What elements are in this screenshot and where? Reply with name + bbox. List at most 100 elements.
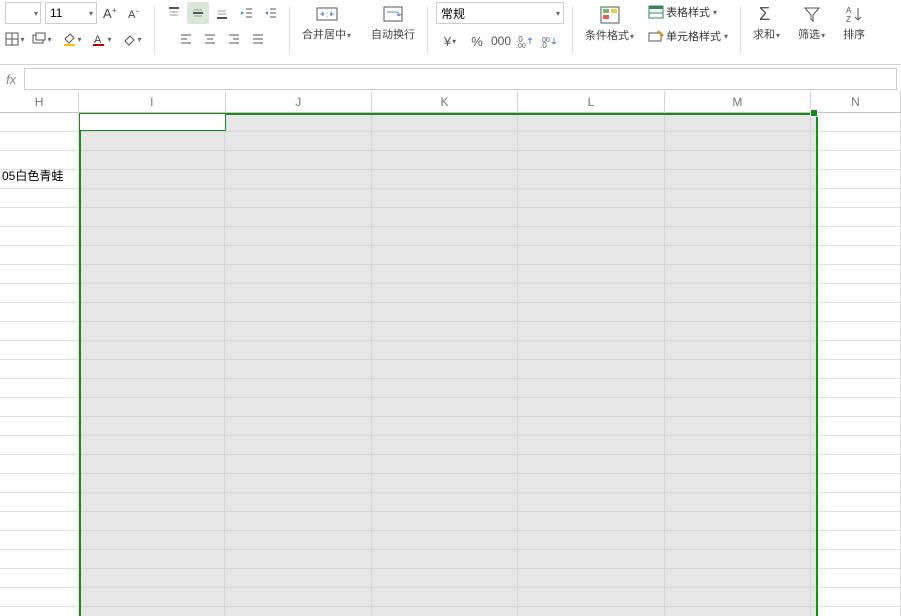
grid-cell[interactable] [79, 569, 226, 587]
grid-cell[interactable] [0, 550, 79, 568]
table-style-button[interactable]: 表格样式▾ [644, 2, 732, 22]
grid-row[interactable] [0, 208, 901, 227]
grid-cell[interactable] [372, 531, 519, 549]
sum-button[interactable]: Σ 求和▾ [749, 2, 784, 44]
grid-cell[interactable] [79, 436, 226, 454]
grid-cell[interactable] [79, 341, 226, 359]
grid-cell[interactable] [0, 588, 79, 606]
grid-cell[interactable] [518, 436, 665, 454]
col-header-k[interactable]: K [372, 91, 518, 113]
grid-cell[interactable] [79, 379, 226, 397]
conditional-format-button[interactable]: 条件格式▾ [581, 3, 638, 45]
grid-cell[interactable] [79, 208, 226, 226]
align-top-button[interactable] [163, 2, 185, 24]
align-justify-button[interactable] [247, 28, 269, 50]
grid-cell[interactable] [79, 322, 226, 340]
grid-cell[interactable] [372, 322, 519, 340]
grid-cell[interactable] [225, 132, 372, 150]
grid-cell[interactable] [811, 246, 901, 264]
grid-cell[interactable] [79, 550, 226, 568]
currency-button[interactable]: ¥▾ [436, 30, 464, 52]
decrease-decimal-button[interactable]: .00.0 [538, 30, 560, 52]
decrease-font-button[interactable]: A- [123, 2, 145, 24]
grid-cell[interactable] [811, 436, 901, 454]
grid-cell[interactable] [811, 550, 901, 568]
grid-cell[interactable] [225, 550, 372, 568]
grid-cell[interactable] [665, 227, 812, 245]
grid-cell[interactable] [0, 265, 79, 283]
grid-cell[interactable] [665, 303, 812, 321]
grid-cell[interactable] [0, 379, 79, 397]
grid-cell[interactable] [811, 474, 901, 492]
grid-cell[interactable] [518, 455, 665, 473]
grid-row[interactable] [0, 550, 901, 569]
grid-cell[interactable] [225, 227, 372, 245]
grid-cell[interactable] [372, 436, 519, 454]
grid-cell[interactable] [225, 322, 372, 340]
number-format-input[interactable] [437, 6, 553, 20]
grid-cell[interactable] [225, 379, 372, 397]
grid-cell[interactable] [811, 512, 901, 530]
grid-row[interactable] [0, 588, 901, 607]
grid-cell[interactable] [518, 208, 665, 226]
grid-row[interactable] [0, 189, 901, 208]
grid-cell[interactable] [79, 607, 226, 616]
grid-cell[interactable] [372, 493, 519, 511]
fill-color-button[interactable]: ▾ [58, 28, 86, 50]
grid-cell[interactable] [0, 417, 79, 435]
font-name-combo[interactable]: ▾ [5, 2, 41, 24]
align-bottom-button[interactable] [211, 2, 233, 24]
number-format-combo[interactable]: ▾ [436, 2, 564, 24]
grid-cell[interactable] [225, 436, 372, 454]
grid-cell[interactable] [225, 303, 372, 321]
grid-cell[interactable] [665, 322, 812, 340]
grid-cell[interactable] [0, 607, 79, 616]
grid-cell[interactable] [518, 607, 665, 616]
grid-cell[interactable] [665, 531, 812, 549]
align-left-button[interactable] [175, 28, 197, 50]
increase-font-button[interactable]: A+ [99, 2, 121, 24]
grid-row[interactable] [0, 341, 901, 360]
grid-cell[interactable] [372, 417, 519, 435]
grid-cell[interactable] [665, 379, 812, 397]
grid-cell[interactable] [0, 398, 79, 416]
grid-cell[interactable] [0, 474, 79, 492]
grid-cell[interactable] [665, 208, 812, 226]
grid-cell[interactable] [79, 151, 226, 169]
grid-cell[interactable] [811, 284, 901, 302]
grid-cell[interactable] [811, 113, 901, 131]
grid-cell[interactable] [518, 588, 665, 606]
grid-cell[interactable] [665, 455, 812, 473]
grid-row[interactable] [0, 569, 901, 588]
grid-cell[interactable] [518, 512, 665, 530]
align-right-button[interactable] [223, 28, 245, 50]
col-header-m[interactable]: M [665, 91, 811, 113]
grid-cell[interactable] [811, 208, 901, 226]
grid-cell[interactable] [811, 455, 901, 473]
grid-cell[interactable] [225, 170, 372, 188]
grid-cell[interactable] [518, 227, 665, 245]
grid-cell[interactable] [811, 227, 901, 245]
grid-cell[interactable] [0, 569, 79, 587]
font-size-input[interactable] [46, 6, 86, 20]
col-header-l[interactable]: L [518, 91, 664, 113]
grid-cell[interactable] [518, 531, 665, 549]
grid-row[interactable] [0, 398, 901, 417]
grid-cell[interactable] [225, 512, 372, 530]
grid-cell[interactable] [518, 246, 665, 264]
col-header-n[interactable]: N [811, 91, 901, 113]
formula-input[interactable] [24, 68, 897, 90]
grid-row[interactable] [0, 132, 901, 151]
grid-cell[interactable] [811, 398, 901, 416]
grid-cell[interactable] [0, 208, 79, 226]
grid-cell[interactable] [225, 493, 372, 511]
number-format-arrow[interactable]: ▾ [553, 9, 563, 18]
grid-cell[interactable] [665, 398, 812, 416]
grid-cell[interactable] [811, 189, 901, 207]
grid-cell[interactable] [0, 360, 79, 378]
align-middle-button[interactable] [187, 2, 209, 24]
grid-cell[interactable] [518, 474, 665, 492]
grid-cell[interactable] [518, 265, 665, 283]
grid-cell[interactable] [225, 208, 372, 226]
grid-cell[interactable] [79, 417, 226, 435]
